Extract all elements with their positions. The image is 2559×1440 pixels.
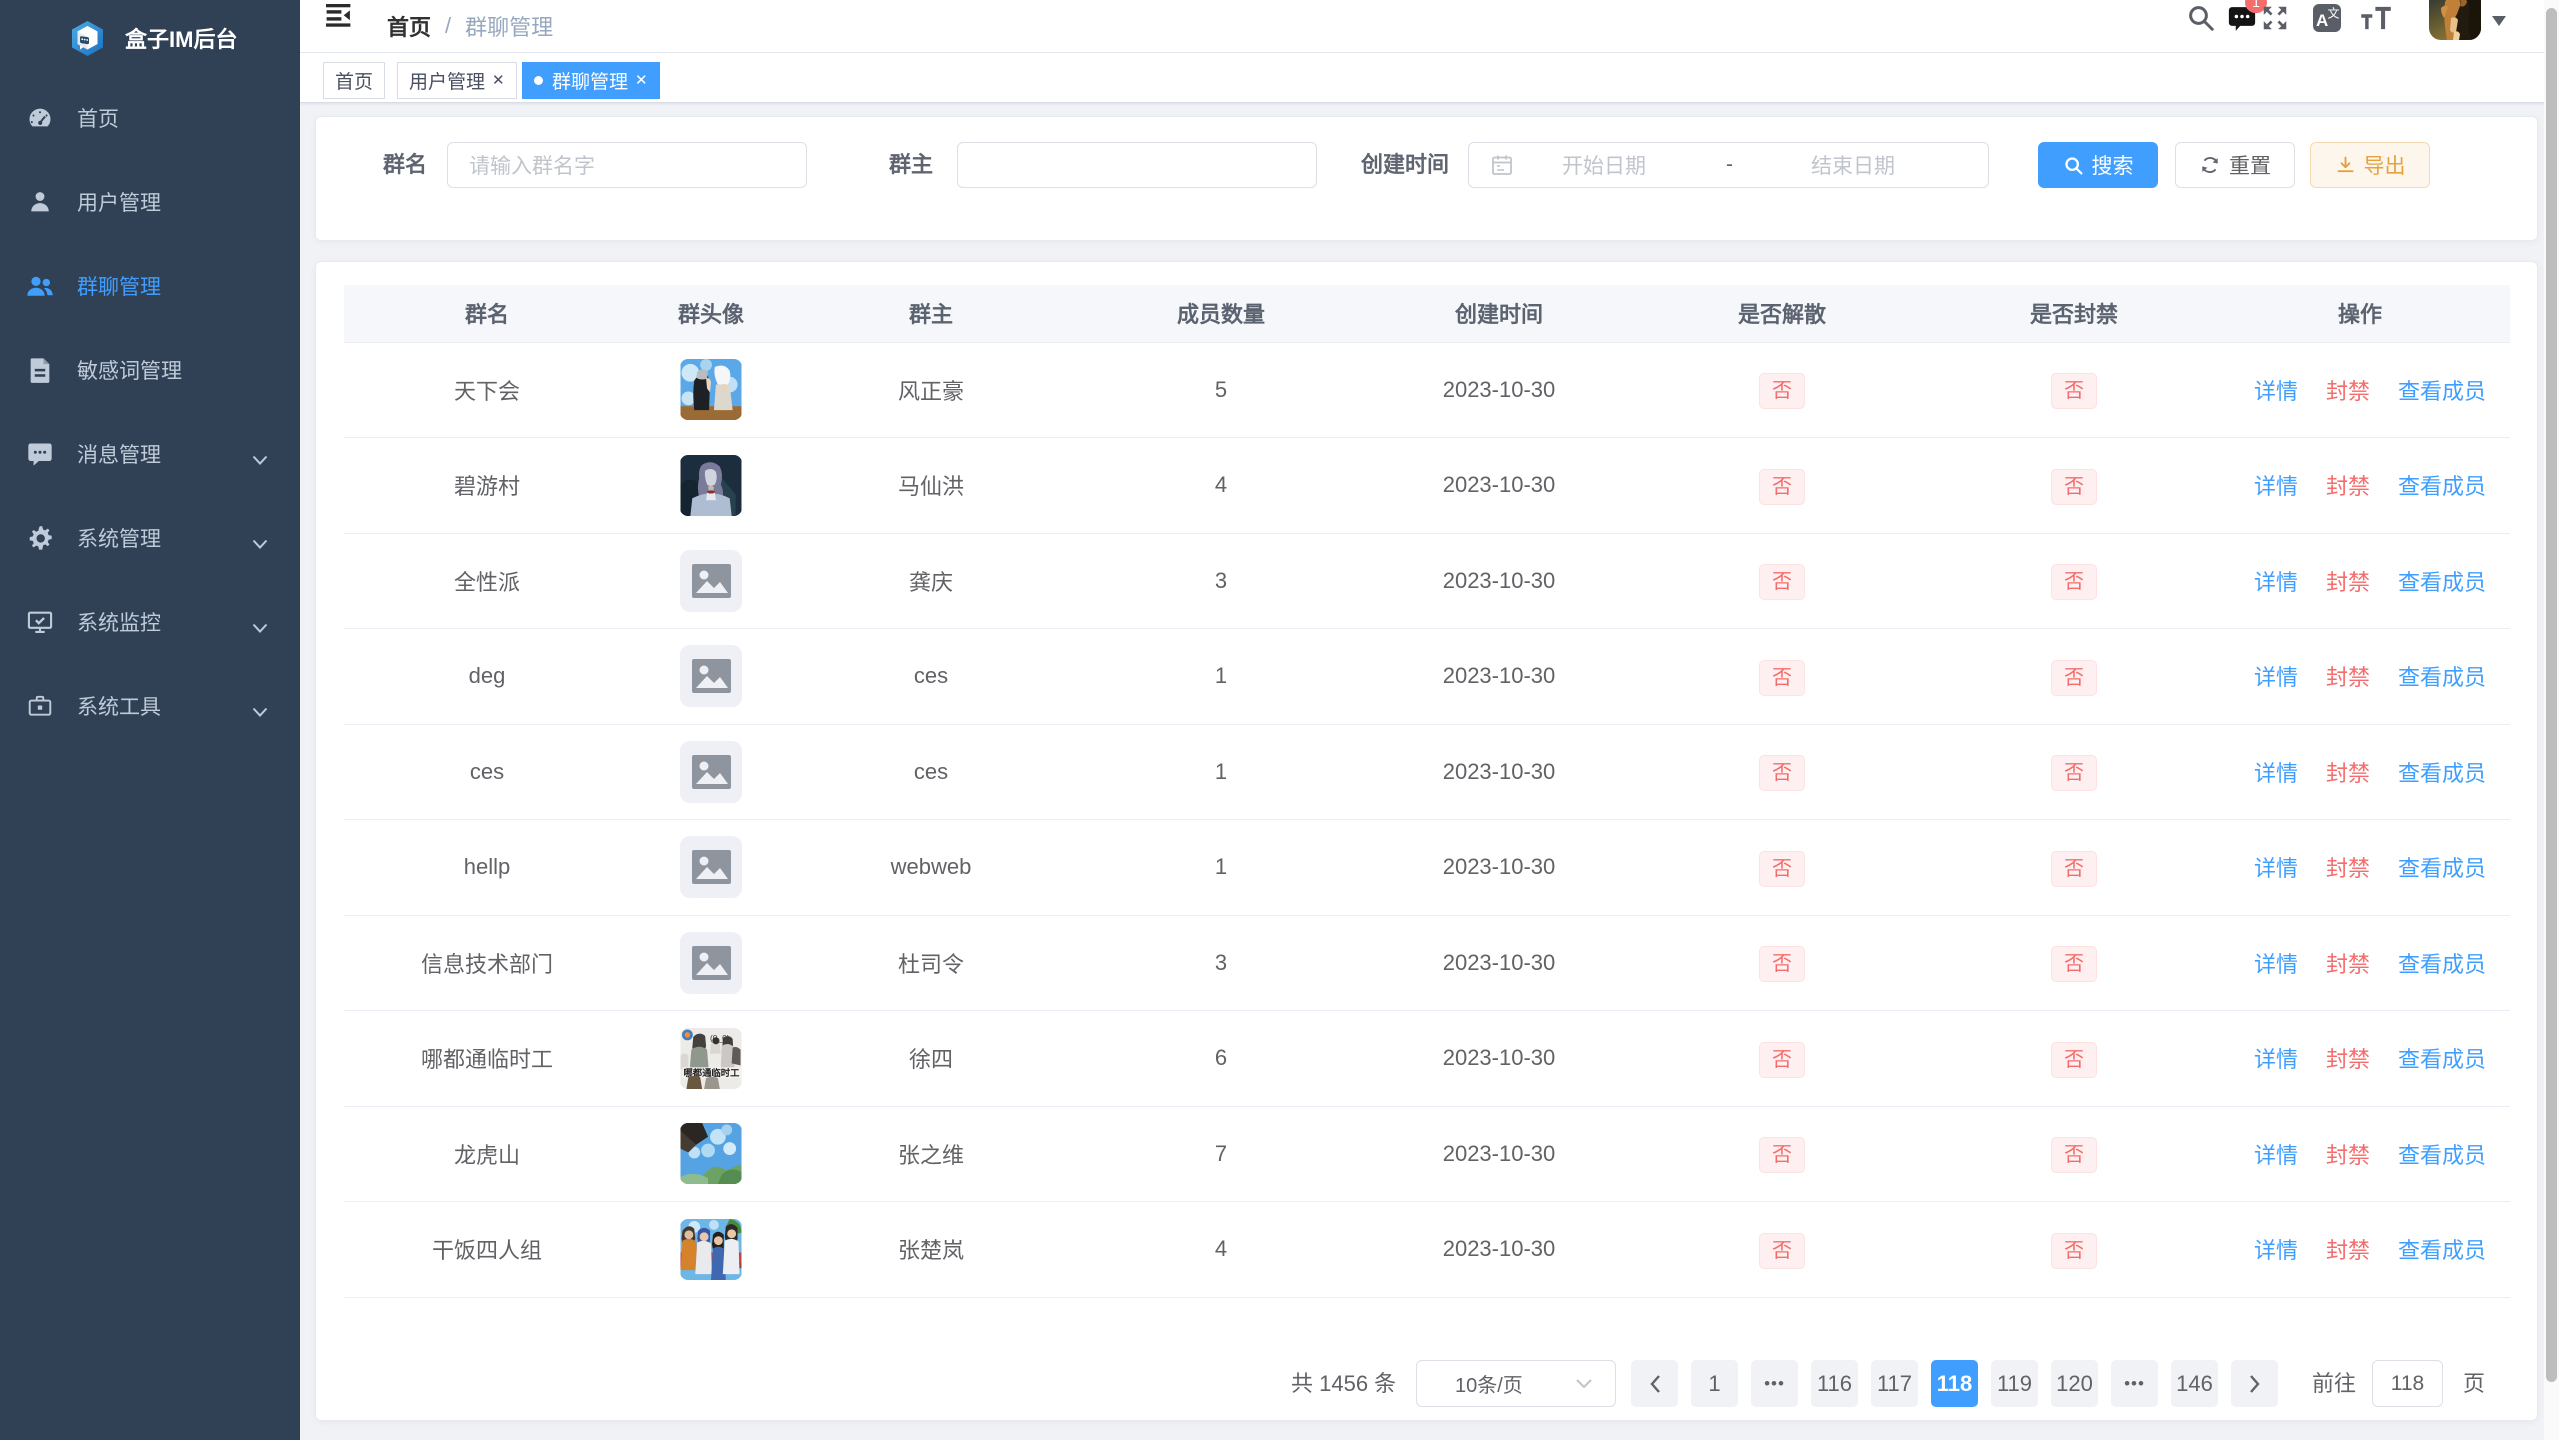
svg-text:A: A (2316, 11, 2328, 30)
svg-text:文: 文 (2328, 6, 2340, 21)
